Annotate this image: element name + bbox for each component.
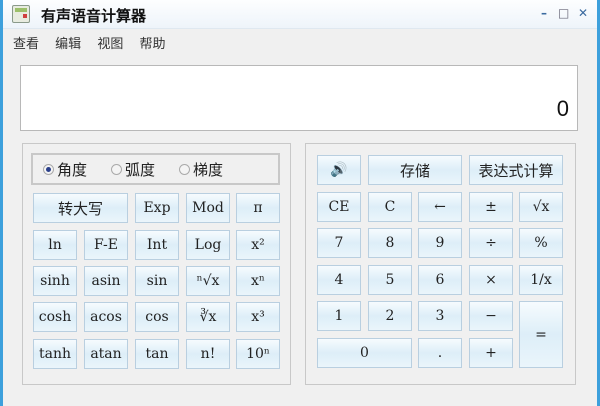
cos-button[interactable]: cos [135,302,179,332]
title-bar: 有声语音计算器 – □ ✕ [3,0,597,29]
pi-button[interactable]: π [236,193,280,223]
scientific-panel: 角度 弧度 梯度 转大写 Exp Mod π ln F-E Int Log x² sinh asin… [22,143,291,385]
int-button[interactable]: Int [135,230,179,260]
digit-3-button[interactable]: 3 [418,301,462,331]
result-display: 0 [20,65,578,131]
percent-button[interactable]: % [519,228,563,258]
maximize-button[interactable]: □ [558,6,569,20]
calculator-app-icon [12,5,30,23]
radio-degrees[interactable]: 角度 [43,159,87,180]
minimize-button[interactable]: – [541,6,547,20]
mod-button[interactable]: Mod [186,193,230,223]
memory-store-button[interactable]: 存储 [368,155,462,185]
tan-button[interactable]: tan [135,339,179,369]
cosh-button[interactable]: cosh [33,302,77,332]
radio-label: 角度 [57,160,88,179]
negate-button[interactable]: ± [469,192,513,222]
nth-root-button[interactable]: ⁿ√x [186,266,230,296]
menu-layout[interactable]: 视图 [97,37,123,52]
menu-bar: 查看 编辑 视图 帮助 [13,33,177,52]
equals-button[interactable]: = [519,301,563,368]
digit-8-button[interactable]: 8 [368,228,412,258]
add-button[interactable]: + [469,338,513,368]
log-button[interactable]: Log [186,230,230,260]
clear-entry-button[interactable]: CE [317,192,361,222]
digit-1-button[interactable]: 1 [317,301,361,331]
calculator-window: 有声语音计算器 – □ ✕ 查看 编辑 视图 帮助 0 角度 弧度 梯度 转大写… [3,0,597,406]
display-value: 0 [556,96,569,121]
menu-view[interactable]: 查看 [13,37,39,52]
multiply-button[interactable]: × [469,265,513,295]
radio-icon [179,163,191,175]
acos-button[interactable]: acos [84,302,128,332]
decimal-button[interactable]: . [418,338,462,368]
atan-button[interactable]: atan [84,339,128,369]
expression-calc-button[interactable]: 表达式计算 [469,155,563,185]
digit-7-button[interactable]: 7 [317,228,361,258]
menu-edit[interactable]: 编辑 [55,37,81,52]
tanh-button[interactable]: tanh [33,339,77,369]
radio-radians[interactable]: 弧度 [111,159,155,180]
exp-button[interactable]: Exp [135,193,179,223]
reciprocal-button[interactable]: 1/x [519,265,563,295]
factorial-button[interactable]: n! [186,339,230,369]
speaker-icon[interactable]: 🔊 [317,155,361,185]
subtract-button[interactable]: − [469,301,513,331]
menu-help[interactable]: 帮助 [139,37,165,52]
cube-button[interactable]: x³ [236,302,280,332]
backspace-button[interactable]: ← [418,192,462,222]
angle-mode-group: 角度 弧度 梯度 [31,153,280,185]
square-button[interactable]: x² [236,230,280,260]
radio-selected-icon [43,163,54,175]
digit-4-button[interactable]: 4 [317,265,361,295]
digit-5-button[interactable]: 5 [368,265,412,295]
ten-power-button[interactable]: 10ⁿ [236,339,280,369]
digit-2-button[interactable]: 2 [368,301,412,331]
clear-button[interactable]: C [368,192,412,222]
power-button[interactable]: xⁿ [236,266,280,296]
divide-button[interactable]: ÷ [469,228,513,258]
radio-gradians[interactable]: 梯度 [179,159,223,180]
convert-uppercase-button[interactable]: 转大写 [33,193,128,223]
radio-label: 弧度 [125,160,156,179]
radio-icon [111,163,123,175]
asin-button[interactable]: asin [84,266,128,296]
ln-button[interactable]: ln [33,230,77,260]
digit-9-button[interactable]: 9 [418,228,462,258]
sinh-button[interactable]: sinh [33,266,77,296]
standard-panel: 🔊 存储 表达式计算 CE C ← ± √x 7 8 9 ÷% 4 5 6 × 1/x 1 2 3− = 0. + [305,143,576,385]
cube-root-button[interactable]: ∛x [186,302,230,332]
digit-6-button[interactable]: 6 [418,265,462,295]
radio-label: 梯度 [193,160,224,179]
sqrt-button[interactable]: √x [519,192,563,222]
window-title: 有声语音计算器 [41,7,147,25]
close-button[interactable]: ✕ [578,6,588,20]
sin-button[interactable]: sin [135,266,179,296]
fe-button[interactable]: F-E [84,230,128,260]
digit-0-button[interactable]: 0 [317,338,412,368]
